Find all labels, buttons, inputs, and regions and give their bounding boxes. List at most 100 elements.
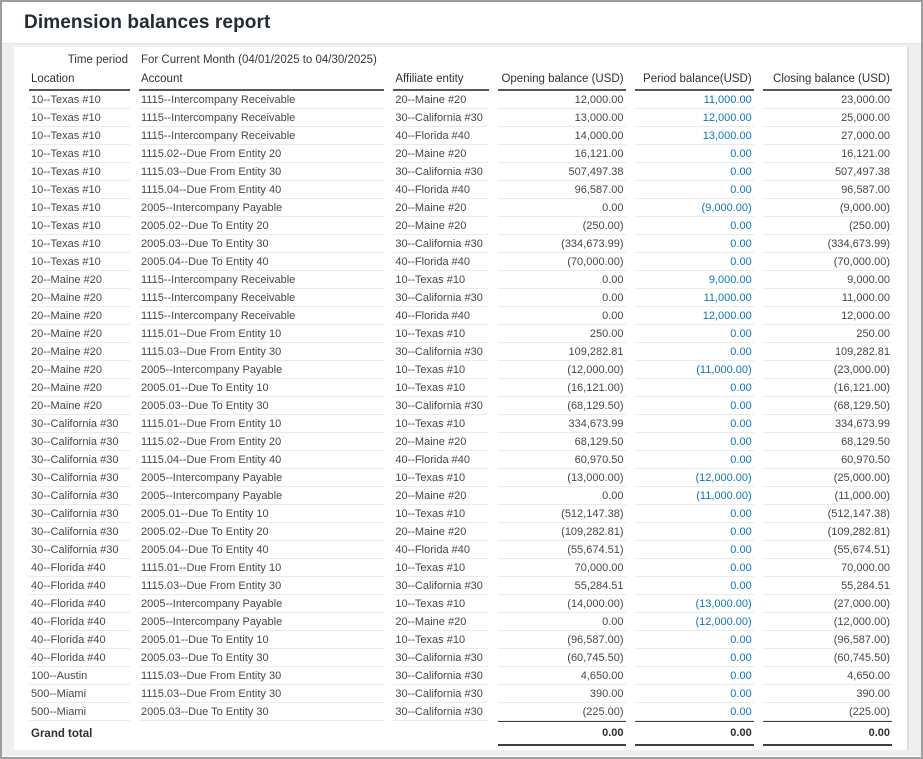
cell-period-balance[interactable]: 0.00 — [635, 253, 754, 271]
cell-period-balance[interactable]: 0.00 — [635, 217, 754, 235]
cell-account: 2005.03--Due To Entity 30 — [139, 235, 384, 253]
cell-affiliate-entity: 30--California #30 — [393, 397, 489, 415]
cell-location: 20--Maine #20 — [29, 379, 130, 397]
grand-total-spacer — [393, 721, 489, 746]
cell-period-balance[interactable]: 0.00 — [635, 577, 754, 595]
cell-period-balance[interactable]: 0.00 — [635, 649, 754, 667]
cell-closing-balance: 12,000.00 — [763, 307, 892, 325]
cell-period-balance[interactable]: 0.00 — [635, 523, 754, 541]
cell-opening-balance: 68,129.50 — [498, 433, 625, 451]
cell-affiliate-entity: 20--Maine #20 — [393, 523, 489, 541]
cell-opening-balance: 70,000.00 — [498, 559, 625, 577]
cell-period-balance[interactable]: (12,000.00) — [635, 613, 754, 631]
grand-total-closing-balance: 0.00 — [763, 721, 892, 746]
cell-closing-balance: (12,000.00) — [763, 613, 892, 631]
cell-affiliate-entity: 30--California #30 — [393, 703, 489, 721]
cell-location: 40--Florida #40 — [29, 559, 130, 577]
cell-opening-balance: 96,587.00 — [498, 181, 625, 199]
cell-affiliate-entity: 30--California #30 — [393, 163, 489, 181]
cell-closing-balance: 55,284.51 — [763, 577, 892, 595]
cell-location: 20--Maine #20 — [29, 325, 130, 343]
cell-period-balance[interactable]: 0.00 — [635, 235, 754, 253]
cell-location: 30--California #30 — [29, 523, 130, 541]
cell-location: 500--Miami — [29, 685, 130, 703]
cell-period-balance[interactable]: 0.00 — [635, 505, 754, 523]
cell-period-balance[interactable]: (9,000.00) — [635, 199, 754, 217]
cell-affiliate-entity: 30--California #30 — [393, 577, 489, 595]
cell-period-balance[interactable]: 0.00 — [635, 451, 754, 469]
table-row: 40--Florida #402005.01--Due To Entity 10… — [29, 631, 892, 649]
cell-closing-balance: (334,673.99) — [763, 235, 892, 253]
cell-period-balance[interactable]: 0.00 — [635, 379, 754, 397]
cell-period-balance[interactable]: 0.00 — [635, 685, 754, 703]
cell-location: 20--Maine #20 — [29, 397, 130, 415]
cell-affiliate-entity: 40--Florida #40 — [393, 451, 489, 469]
cell-opening-balance: 109,282.81 — [498, 343, 625, 361]
cell-period-balance[interactable]: 0.00 — [635, 181, 754, 199]
cell-period-balance[interactable]: 12,000.00 — [635, 109, 754, 127]
cell-period-balance[interactable]: 0.00 — [635, 325, 754, 343]
cell-period-balance[interactable]: 11,000.00 — [635, 91, 754, 109]
cell-account: 2005.03--Due To Entity 30 — [139, 703, 384, 721]
cell-period-balance[interactable]: 0.00 — [635, 541, 754, 559]
table-row: 40--Florida #402005--Intercompany Payabl… — [29, 595, 892, 613]
cell-account: 2005--Intercompany Payable — [139, 199, 384, 217]
cell-period-balance[interactable]: 9,000.00 — [635, 271, 754, 289]
cell-location: 10--Texas #10 — [29, 163, 130, 181]
table-row: 20--Maine #201115--Intercompany Receivab… — [29, 271, 892, 289]
table-row: 30--California #302005.01--Due To Entity… — [29, 505, 892, 523]
table-row: 500--Miami1115.03--Due From Entity 3030-… — [29, 685, 892, 703]
cell-period-balance[interactable]: 0.00 — [635, 667, 754, 685]
cell-period-balance[interactable]: 0.00 — [635, 145, 754, 163]
cell-period-balance[interactable]: 13,000.00 — [635, 127, 754, 145]
cell-period-balance[interactable]: (11,000.00) — [635, 361, 754, 379]
cell-period-balance[interactable]: 0.00 — [635, 343, 754, 361]
cell-location: 10--Texas #10 — [29, 145, 130, 163]
cell-account: 2005.01--Due To Entity 10 — [139, 379, 384, 397]
cell-affiliate-entity: 10--Texas #10 — [393, 361, 489, 379]
cell-period-balance[interactable]: 0.00 — [635, 703, 754, 721]
cell-period-balance[interactable]: 12,000.00 — [635, 307, 754, 325]
cell-closing-balance: (9,000.00) — [763, 199, 892, 217]
cell-location: 10--Texas #10 — [29, 235, 130, 253]
cell-location: 30--California #30 — [29, 487, 130, 505]
cell-period-balance[interactable]: 0.00 — [635, 397, 754, 415]
cell-period-balance[interactable]: 0.00 — [635, 163, 754, 181]
cell-period-balance[interactable]: 0.00 — [635, 559, 754, 577]
cell-opening-balance: 0.00 — [498, 289, 625, 307]
cell-opening-balance: 0.00 — [498, 199, 625, 217]
table-row: 10--Texas #101115--Intercompany Receivab… — [29, 91, 892, 109]
cell-location: 20--Maine #20 — [29, 361, 130, 379]
cell-opening-balance: (14,000.00) — [498, 595, 625, 613]
cell-opening-balance: 13,000.00 — [498, 109, 625, 127]
cell-period-balance[interactable]: (12,000.00) — [635, 469, 754, 487]
cell-opening-balance: 12,000.00 — [498, 91, 625, 109]
time-period-value: For Current Month (04/01/2025 to 04/30/2… — [139, 49, 892, 70]
cell-account: 2005--Intercompany Payable — [139, 487, 384, 505]
column-header-affiliate-entity: Affiliate entity — [393, 70, 489, 91]
cell-period-balance[interactable]: (13,000.00) — [635, 595, 754, 613]
cell-account: 1115.01--Due From Entity 10 — [139, 415, 384, 433]
cell-closing-balance: 9,000.00 — [763, 271, 892, 289]
cell-period-balance[interactable]: 0.00 — [635, 415, 754, 433]
cell-closing-balance: 60,970.50 — [763, 451, 892, 469]
table-row: 40--Florida #401115.03--Due From Entity … — [29, 577, 892, 595]
table-row: 30--California #301115.01--Due From Enti… — [29, 415, 892, 433]
cell-affiliate-entity: 20--Maine #20 — [393, 487, 489, 505]
cell-period-balance[interactable]: 0.00 — [635, 631, 754, 649]
table-row: 30--California #302005--Intercompany Pay… — [29, 469, 892, 487]
column-header-closing-balance: Closing balance (USD) — [763, 70, 892, 91]
cell-account: 1115.04--Due From Entity 40 — [139, 451, 384, 469]
cell-affiliate-entity: 10--Texas #10 — [393, 469, 489, 487]
cell-affiliate-entity: 10--Texas #10 — [393, 505, 489, 523]
cell-affiliate-entity: 30--California #30 — [393, 685, 489, 703]
report-content: Time period For Current Month (04/01/202… — [2, 44, 921, 756]
cell-period-balance[interactable]: 0.00 — [635, 433, 754, 451]
cell-opening-balance: (12,000.00) — [498, 361, 625, 379]
cell-period-balance[interactable]: 11,000.00 — [635, 289, 754, 307]
page-title: Dimension balances report — [24, 12, 270, 34]
cell-closing-balance: 68,129.50 — [763, 433, 892, 451]
cell-location: 10--Texas #10 — [29, 199, 130, 217]
cell-period-balance[interactable]: (11,000.00) — [635, 487, 754, 505]
cell-affiliate-entity: 10--Texas #10 — [393, 559, 489, 577]
